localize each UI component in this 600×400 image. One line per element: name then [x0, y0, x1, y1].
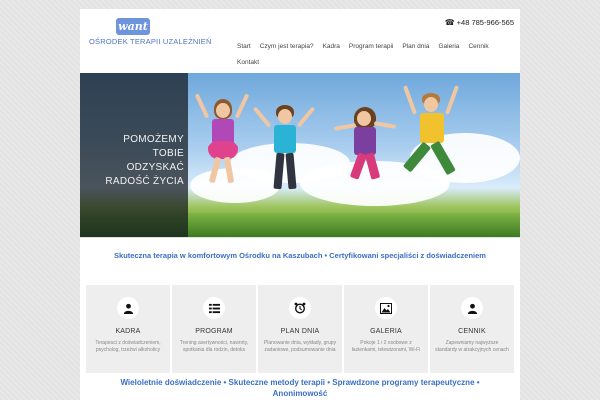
jumping-child: [194, 93, 250, 203]
jumping-child: [400, 85, 460, 205]
image-icon: [375, 297, 397, 319]
feature-kadra[interactable]: KADRA Terapeuci z doświadczeniem, psycho…: [86, 285, 170, 373]
hero-line: TOBIE: [152, 148, 184, 159]
main-nav: Start Czym jest terapia? Kadra Program t…: [237, 42, 520, 67]
hero-line: POMOŻEMY: [123, 134, 184, 145]
feature-cennik[interactable]: CENNIK Zapewniamy najwyższe standardy w …: [430, 285, 514, 373]
list-icon: [203, 297, 225, 319]
nav-item-galeria[interactable]: Galeria: [438, 42, 459, 51]
divider: [80, 237, 520, 238]
jumping-child: [333, 103, 397, 213]
feature-plan-dnia[interactable]: PLAN DNIA Planowanie dnia, wykłady, grup…: [258, 285, 342, 373]
feature-description: Terapeuci z doświadczeniem, psycholog, t…: [95, 340, 161, 353]
feature-program[interactable]: PROGRAM Trening asertywności, nawroty, s…: [172, 285, 256, 373]
logo[interactable]: want: [116, 18, 150, 35]
feature-description: Pokoje 1 i 2 osobowe z łazienkami, telew…: [351, 340, 421, 353]
feature-title: PROGRAM: [195, 328, 233, 335]
hero-banner: POMOŻEMY TOBIE ODZYSKAĆ RADOŚĆ ŻYCIA: [80, 73, 520, 237]
bottom-tagline: Wieloletnie doświadczenie • Skuteczne me…: [120, 378, 480, 398]
phone-contact: ☎ +48 785-966-565: [445, 18, 514, 27]
feature-title: PLAN DNIA: [280, 328, 320, 335]
alarm-clock-icon: [289, 297, 311, 319]
jumping-child: [252, 101, 316, 211]
features-row: KADRA Terapeuci z doświadczeniem, psycho…: [86, 285, 514, 373]
feature-description: Planowanie dnia, wykłady, grupy zadaniow…: [263, 340, 337, 353]
feature-title: KADRA: [115, 328, 141, 335]
feature-title: GALERIA: [370, 328, 402, 335]
nav-item-program-terapii[interactable]: Program terapii: [349, 42, 393, 51]
hero-headline: POMOŻEMY TOBIE ODZYSKAĆ RADOŚĆ ŻYCIA: [86, 133, 184, 189]
tagline: Skuteczna terapia w komfortowym Ośrodku …: [114, 251, 486, 260]
page-container: want OŚRODEK TERAPII UZALEŻNIEŃ ☎ +48 785…: [80, 9, 520, 400]
site-name[interactable]: OŚRODEK TERAPII UZALEŻNIEŃ: [89, 37, 212, 46]
nav-item-start[interactable]: Start: [237, 42, 251, 51]
nav-item-kadra[interactable]: Kadra: [323, 42, 340, 51]
feature-description: Trening asertywności, nawroty, spotkania…: [179, 340, 249, 353]
user-icon: [461, 297, 483, 319]
user-icon: [117, 297, 139, 319]
feature-galeria[interactable]: GALERIA Pokoje 1 i 2 osobowe z łazienkam…: [344, 285, 428, 373]
nav-item-kontakt[interactable]: Kontakt: [237, 58, 259, 67]
nav-item-cennik[interactable]: Cennik: [468, 42, 488, 51]
hero-line: RADOŚĆ ŻYCIA: [105, 176, 184, 187]
nav-item-czym-jest-terapia[interactable]: Czym jest terapia?: [260, 42, 314, 51]
nav-item-plan-dnia[interactable]: Plan dnia: [402, 42, 429, 51]
phone-icon: ☎: [444, 18, 455, 27]
phone-number: +48 785-966-565: [456, 18, 514, 27]
feature-title: CENNIK: [458, 328, 486, 335]
hero-line: ODZYSKAĆ: [126, 162, 184, 173]
feature-description: Zapewniamy najwyższe standardy w atrakcy…: [435, 340, 509, 353]
